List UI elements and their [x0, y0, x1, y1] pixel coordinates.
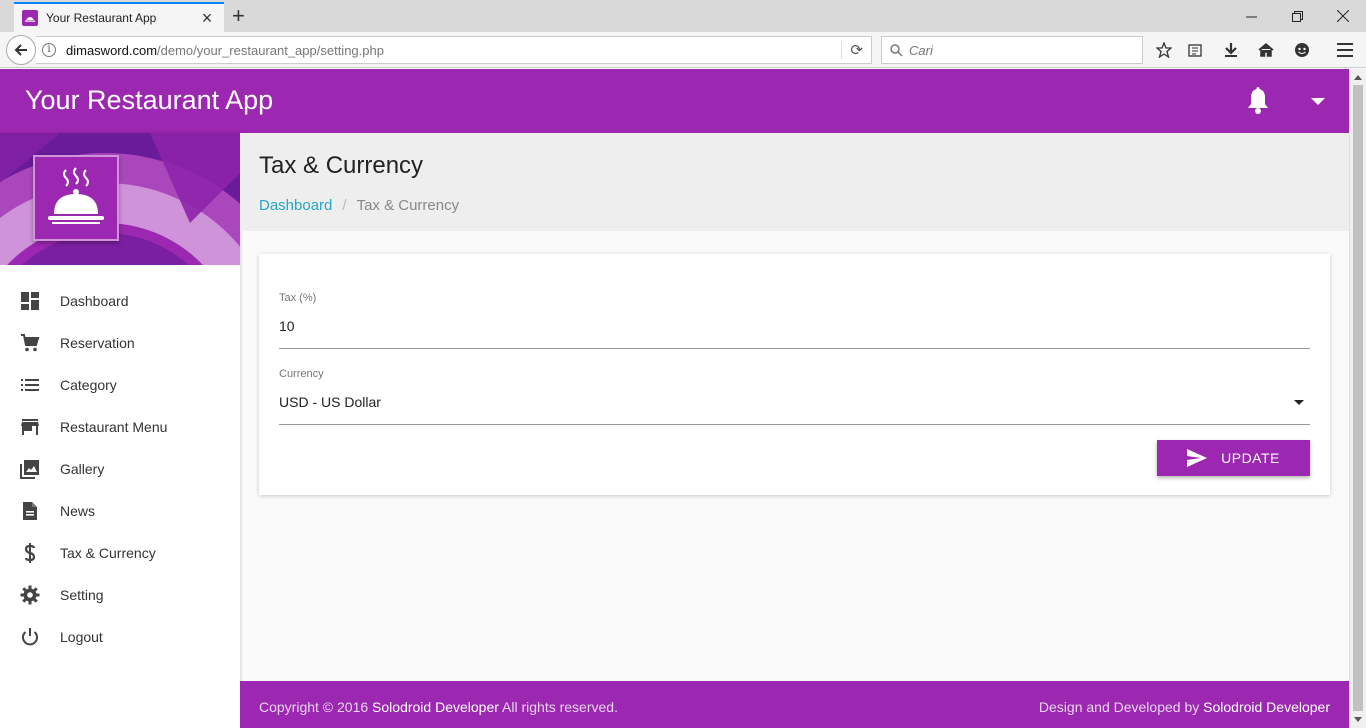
breadcrumb-current: Tax & Currency	[356, 197, 460, 214]
reload-icon[interactable]: ⟳	[841, 41, 863, 59]
tax-input[interactable]: 10	[279, 318, 1310, 334]
copyright-prefix: Copyright © 2016	[259, 699, 369, 715]
sidebar-item-category[interactable]: Category	[0, 364, 240, 406]
sidebar-item-label: News	[60, 503, 96, 519]
dropdown-arrow-icon[interactable]	[1294, 400, 1304, 405]
sidebar-item-label: Logout	[60, 629, 103, 645]
sidebar-item-gallery[interactable]: Gallery	[0, 448, 240, 490]
search-icon	[890, 43, 903, 57]
favicon-icon	[22, 10, 38, 26]
send-icon	[1187, 449, 1208, 467]
sidebar-item-label: Dashboard	[60, 293, 129, 309]
bookmark-star-icon[interactable]	[1154, 40, 1174, 60]
tax-field[interactable]: Tax (%) 10	[279, 292, 1310, 349]
page-header: Tax & Currency Dashboard / Tax & Currenc…	[240, 133, 1349, 231]
new-tab-icon[interactable]: +	[232, 4, 245, 28]
menu-hamburger-icon[interactable]	[1335, 40, 1355, 60]
tab-title: Your Restaurant App	[46, 11, 157, 25]
power-icon	[19, 626, 41, 648]
sidebar-item-label: Tax & Currency	[60, 545, 156, 561]
cart-icon	[19, 332, 41, 354]
sidebar-item-setting[interactable]: Setting	[0, 574, 240, 616]
document-icon	[19, 500, 41, 522]
url-path: /demo/your_restaurant_app/setting.php	[157, 42, 384, 58]
breadcrumb-dashboard-link[interactable]: Dashboard	[259, 197, 332, 214]
sidebar-item-label: Category	[60, 377, 117, 393]
app-header: Your Restaurant App	[0, 69, 1349, 133]
scroll-up-icon[interactable]	[1354, 75, 1362, 80]
update-button-label: UPDATE	[1221, 450, 1280, 466]
page-title: Tax & Currency	[259, 152, 424, 179]
sidebar-item-label: Reservation	[60, 335, 135, 351]
dashboard-icon	[19, 290, 41, 312]
store-icon	[19, 416, 41, 438]
tab-close-icon[interactable]: ×	[198, 9, 216, 27]
sidebar-item-label: Gallery	[60, 461, 105, 477]
sidebar-item-label: Setting	[60, 587, 104, 603]
credit-name[interactable]: Solodroid Developer	[1203, 699, 1330, 715]
copyright-name[interactable]: Solodroid Developer	[372, 699, 499, 715]
account-dropdown-icon[interactable]	[1311, 98, 1325, 105]
currency-select[interactable]: Currency USD - US Dollar	[279, 368, 1310, 425]
tax-field-label: Tax (%)	[279, 292, 317, 304]
notification-bell-icon[interactable]	[1245, 87, 1271, 120]
currency-field-label: Currency	[279, 368, 324, 380]
breadcrumb-separator: /	[342, 197, 347, 214]
breadcrumb: Dashboard / Tax & Currency	[259, 197, 459, 214]
minimize-icon[interactable]	[1228, 0, 1274, 32]
sidebar-item-dashboard[interactable]: Dashboard	[0, 280, 240, 322]
search-input[interactable]	[909, 42, 1129, 58]
currency-value: USD - US Dollar	[279, 394, 381, 410]
sidebar-menu: Dashboard Reservation Category Restauran…	[0, 280, 240, 658]
address-bar[interactable]: i dimasword.com/demo/your_restaurant_app…	[36, 36, 872, 64]
sidebar-item-label: Restaurant Menu	[60, 419, 168, 435]
url-host: dimasword.com	[66, 42, 158, 58]
gear-icon	[19, 584, 41, 606]
sidebar-item-restaurant-menu[interactable]: Restaurant Menu	[0, 406, 240, 448]
info-icon[interactable]: i	[42, 43, 56, 57]
download-icon[interactable]	[1221, 40, 1241, 60]
gallery-icon	[19, 458, 41, 480]
sidebar: Dashboard Reservation Category Restauran…	[0, 133, 240, 728]
dollar-icon	[19, 542, 41, 564]
list-icon	[19, 374, 41, 396]
sidebar-banner	[0, 133, 240, 265]
sidebar-item-reservation[interactable]: Reservation	[0, 322, 240, 364]
footer-copyright: Copyright © 2016 Solodroid Developer All…	[259, 699, 618, 715]
copyright-suffix: All rights reserved.	[502, 699, 618, 715]
reading-list-icon[interactable]	[1185, 40, 1205, 60]
sidebar-item-tax-currency[interactable]: Tax & Currency	[0, 532, 240, 574]
search-bar[interactable]	[881, 36, 1143, 64]
browser-tab[interactable]: Your Restaurant App ×	[14, 2, 224, 32]
app-title: Your Restaurant App	[25, 85, 274, 115]
footer-credit: Design and Developed by Solodroid Develo…	[1039, 699, 1330, 715]
restaurant-logo-icon	[33, 155, 119, 241]
update-button[interactable]: UPDATE	[1157, 440, 1310, 476]
page-scrollbar[interactable]	[1349, 69, 1366, 728]
sidebar-item-logout[interactable]: Logout	[0, 616, 240, 658]
home-icon[interactable]	[1256, 40, 1276, 60]
browser-nav-bar: i dimasword.com/demo/your_restaurant_app…	[0, 32, 1366, 68]
pocket-icon[interactable]	[1292, 40, 1312, 60]
credit-prefix: Design and Developed by	[1038, 699, 1200, 715]
restore-icon[interactable]	[1274, 0, 1320, 32]
tax-currency-form: Tax (%) 10 Currency USD - US Dollar UPDA…	[259, 254, 1330, 495]
footer: Copyright © 2016 Solodroid Developer All…	[240, 681, 1349, 728]
browser-tab-bar: Your Restaurant App × +	[0, 0, 1366, 32]
scrollbar-thumb[interactable]	[1353, 85, 1363, 711]
back-button[interactable]	[6, 35, 36, 65]
close-window-icon[interactable]	[1320, 0, 1366, 32]
scroll-down-icon[interactable]	[1354, 717, 1362, 722]
sidebar-item-news[interactable]: News	[0, 490, 240, 532]
